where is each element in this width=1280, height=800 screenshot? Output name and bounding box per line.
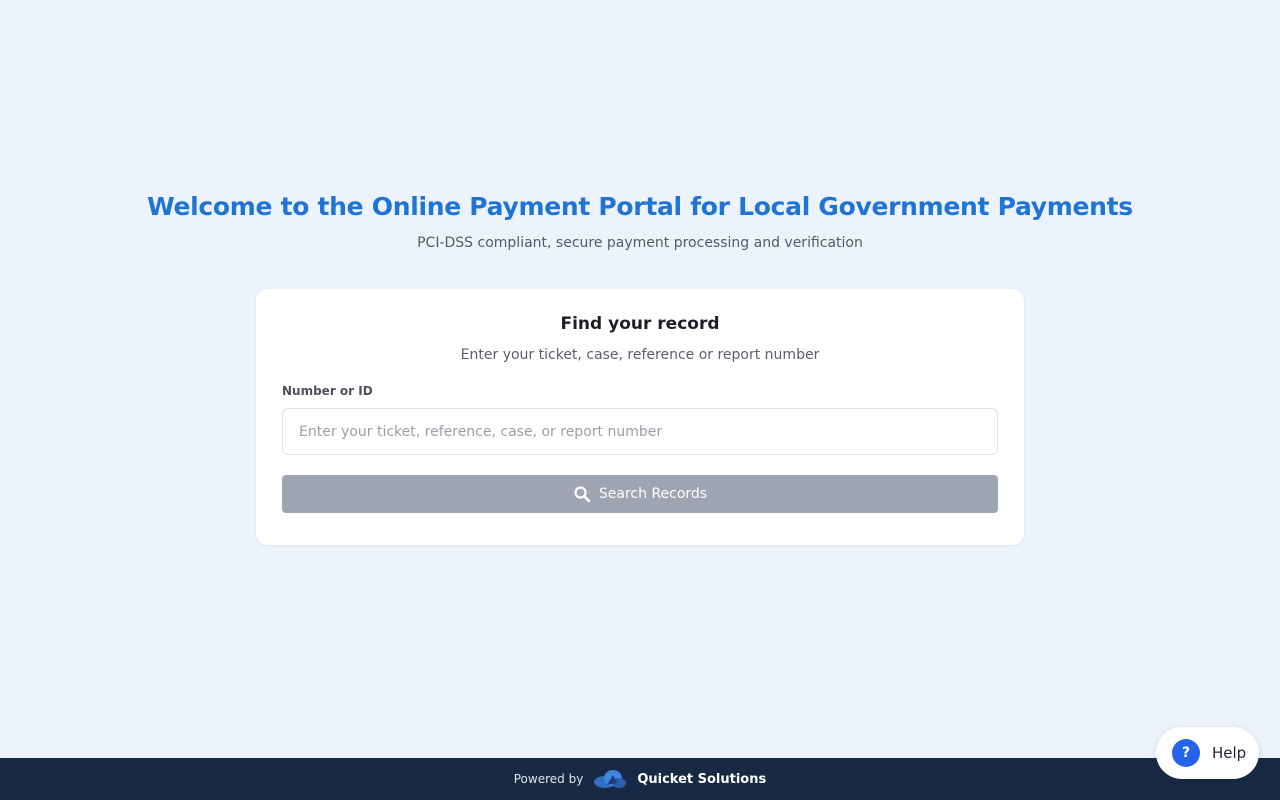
search-records-button[interactable]: Search Records — [282, 475, 998, 513]
search-icon — [573, 485, 591, 503]
search-card-title: Find your record — [560, 314, 720, 334]
number-or-id-label: Number or ID — [282, 384, 373, 398]
footer: Powered by Quicket Solutions — [0, 758, 1280, 800]
search-records-label: Search Records — [598, 486, 708, 502]
help-question-icon: ? — [1172, 739, 1200, 767]
company-name: Quicket Solutions — [637, 771, 767, 787]
payment-portal-page: Welcome to the Online Payment Portal for… — [0, 0, 1280, 800]
search-card-subtitle: Enter your ticket, case, reference or re… — [460, 347, 820, 363]
record-number-input[interactable] — [282, 408, 998, 455]
powered-by-text: Powered by — [513, 772, 584, 786]
help-label: Help — [1212, 744, 1247, 762]
page-title: Welcome to the Online Payment Portal for… — [147, 192, 1133, 221]
cloud-logo-icon — [593, 768, 627, 790]
help-button[interactable]: ? Help — [1156, 727, 1259, 779]
page-subtitle: PCI-DSS compliant, secure payment proces… — [417, 235, 863, 251]
